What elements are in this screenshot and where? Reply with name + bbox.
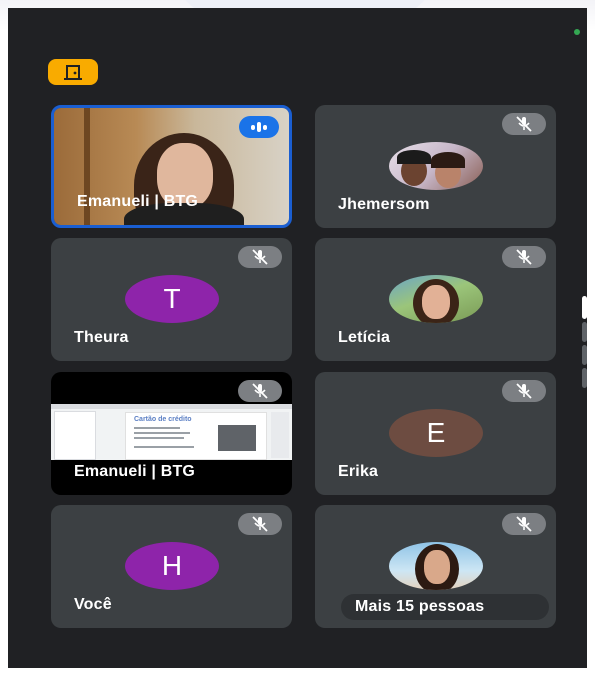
participant-tile-erika[interactable]: E Erika xyxy=(315,372,556,495)
participant-name: Emanueli | BTG xyxy=(74,463,196,480)
participant-tile-emanueli[interactable]: Emanueli | BTG xyxy=(51,105,292,228)
participant-name: Jhemersom xyxy=(338,196,430,213)
avatar: E xyxy=(389,409,483,457)
mic-off-icon xyxy=(238,246,282,268)
meeting-window: Emanueli | BTG Jhemersom T Theura Letíci… xyxy=(8,8,587,668)
participant-photo xyxy=(389,542,483,590)
scroll-indicator[interactable] xyxy=(582,322,587,342)
scroll-indicator-active[interactable] xyxy=(582,296,587,319)
participant-photo xyxy=(389,142,483,190)
leave-call-button[interactable] xyxy=(48,59,98,85)
participant-name: Você xyxy=(74,596,112,613)
speaking-indicator xyxy=(239,116,279,138)
mic-off-icon xyxy=(238,380,282,402)
screen-share-preview: Cartão de crédito xyxy=(51,404,292,460)
avatar: H xyxy=(125,542,219,590)
mic-off-icon xyxy=(502,246,546,268)
scroll-indicator[interactable] xyxy=(582,368,587,388)
participant-tile-self[interactable]: H Você xyxy=(51,505,292,628)
mic-off-icon xyxy=(238,513,282,535)
participant-tile-leticia[interactable]: Letícia xyxy=(315,238,556,361)
mic-off-icon xyxy=(502,513,546,535)
mic-off-icon xyxy=(502,380,546,402)
participant-tile-theura[interactable]: T Theura xyxy=(51,238,292,361)
participant-name: Letícia xyxy=(338,329,391,346)
slide-title: Cartão de crédito xyxy=(134,416,192,423)
more-participants-tile[interactable]: Mais 15 pessoas xyxy=(315,505,556,628)
status-dot xyxy=(574,29,580,35)
participant-tile-screen-share[interactable]: Cartão de crédito Emanueli | BTG xyxy=(51,372,292,495)
participant-photo xyxy=(389,275,483,323)
more-participants-label: Mais 15 pessoas xyxy=(355,598,485,615)
avatar: T xyxy=(125,275,219,323)
door-exit-icon xyxy=(64,65,82,80)
participant-name: Erika xyxy=(338,463,379,480)
participant-name: Emanueli | BTG xyxy=(77,193,199,210)
participant-name: Theura xyxy=(74,329,129,346)
scroll-indicator[interactable] xyxy=(582,345,587,365)
participant-tile-jhemersom[interactable]: Jhemersom xyxy=(315,105,556,228)
mic-off-icon xyxy=(502,113,546,135)
